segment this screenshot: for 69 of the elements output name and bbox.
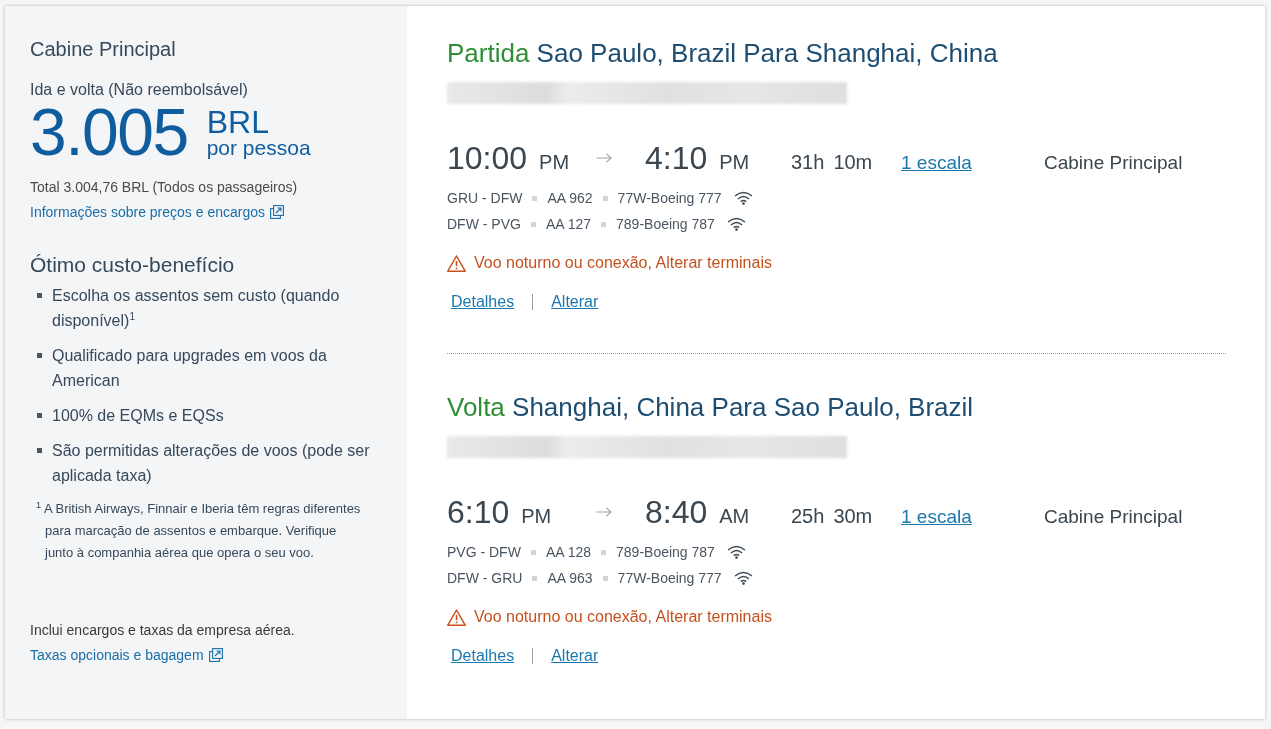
bullet-icon — [37, 448, 42, 453]
warning-text: Voo noturno ou conexão, Alterar terminais — [474, 253, 772, 273]
trip-heading: Partida Sao Paulo, Brazil Para Shanghai, China — [447, 37, 999, 69]
arrival-time: 8:40 — [645, 493, 708, 531]
separator-icon — [530, 549, 536, 555]
bullet-icon — [37, 353, 42, 358]
duration-minutes: 10m — [833, 150, 873, 174]
benefit-text: São permitidas alterações de voos (pode ser aplicada taxa) — [52, 441, 371, 486]
trip-link[interactable]: Alterar — [551, 646, 599, 666]
flight-number: AA 962 — [547, 189, 593, 207]
duration-hours: 25h — [791, 504, 825, 528]
aircraft-text: 77W-Boeing 777 — [617, 569, 722, 587]
benefit-text: Escolha os assentos sem custo (quando disponível)$^{1}$ — [52, 286, 341, 331]
arrow-icon — [596, 153, 612, 163]
total-price-text: Total 3.004,76 BRL (Todos os passageiros) — [30, 178, 298, 196]
trip-type-text: Ida e volta (Não reembolsável) — [30, 80, 248, 100]
price-amount: 3.005 — [30, 101, 188, 163]
separator-icon — [532, 575, 538, 581]
departure-time: 6:10 — [447, 493, 510, 531]
aircraft-text: 77W-Boeing 777 — [617, 189, 722, 207]
arrival-time: 4:10 — [645, 139, 708, 177]
time-period: AM — [719, 504, 750, 528]
cabin-text: Cabine Principal — [1044, 151, 1184, 175]
cabin-text: Cabine Principal — [1044, 505, 1184, 529]
external-link-icon — [270, 205, 284, 219]
time-period: PM — [539, 150, 570, 174]
bullet-icon — [37, 413, 42, 418]
segment-route: GRU - DFW — [447, 189, 523, 207]
departure-time: 10:00 — [447, 139, 528, 177]
trip-link[interactable]: Alterar — [551, 292, 599, 312]
segment-route: PVG - DFW — [447, 543, 521, 561]
trip-heading: Volta Shanghai, China Para Sao Paulo, Brazil — [447, 391, 975, 423]
segment-route: DFW - GRU — [447, 569, 523, 587]
separator-icon — [602, 195, 608, 201]
trip-link[interactable]: Detalhes — [451, 646, 515, 666]
warning-icon — [447, 254, 466, 272]
external-link-icon — [208, 648, 223, 662]
warning-icon — [447, 608, 466, 626]
separator-icon — [530, 221, 536, 227]
trip-link[interactable]: Detalhes — [451, 292, 515, 312]
flight-number: AA 128 — [545, 543, 592, 561]
bullet-icon — [37, 293, 42, 298]
warning-text: Voo noturno ou conexão, Alterar terminais — [474, 607, 772, 627]
fees-note-text: Inclui encargos e taxas da empresa aérea. — [30, 621, 296, 639]
time-period: PM — [521, 504, 552, 528]
flight-number: AA 963 — [547, 569, 593, 587]
stops-link[interactable]: 1 escala — [901, 505, 972, 529]
separator-icon — [601, 221, 607, 227]
price-unit-text: por pessoa — [206, 137, 311, 159]
aircraft-text: 789-Boeing 787 — [616, 543, 715, 561]
optional-fees-link[interactable]: Taxas opcionais e bagagem — [30, 646, 204, 664]
duration-minutes: 30m — [833, 504, 873, 528]
benefits-heading: Ótimo custo-benefício — [30, 252, 235, 278]
arrow-icon — [596, 507, 612, 517]
benefit-text: Qualificado para upgrades em voos da American — [52, 346, 328, 391]
separator-icon — [601, 549, 607, 555]
separator-icon — [532, 195, 538, 201]
benefit-text: 100% de EQMs e EQSs — [52, 406, 225, 426]
price-info-link[interactable]: Informações sobre preços e encargos — [30, 203, 265, 221]
separator-icon — [602, 575, 608, 581]
time-period: PM — [719, 150, 750, 174]
aircraft-text: 789-Boeing 787 — [616, 215, 715, 233]
stops-link[interactable]: 1 escala — [901, 151, 972, 175]
currency-text: BRL — [206, 107, 270, 137]
footnote-text: $^{1}$ A British Airways, Finnair e Iberia têm regras diferentes para marcação de assentos e embarque. Verifique junto à companhia aérea que opera o seu voo. — [35, 498, 362, 562]
duration-hours: 31h — [791, 150, 825, 174]
flight-number: AA 127 — [545, 215, 592, 233]
segment-route: DFW - PVG — [447, 215, 521, 233]
cabin-title: Cabine Principal — [30, 37, 177, 62]
